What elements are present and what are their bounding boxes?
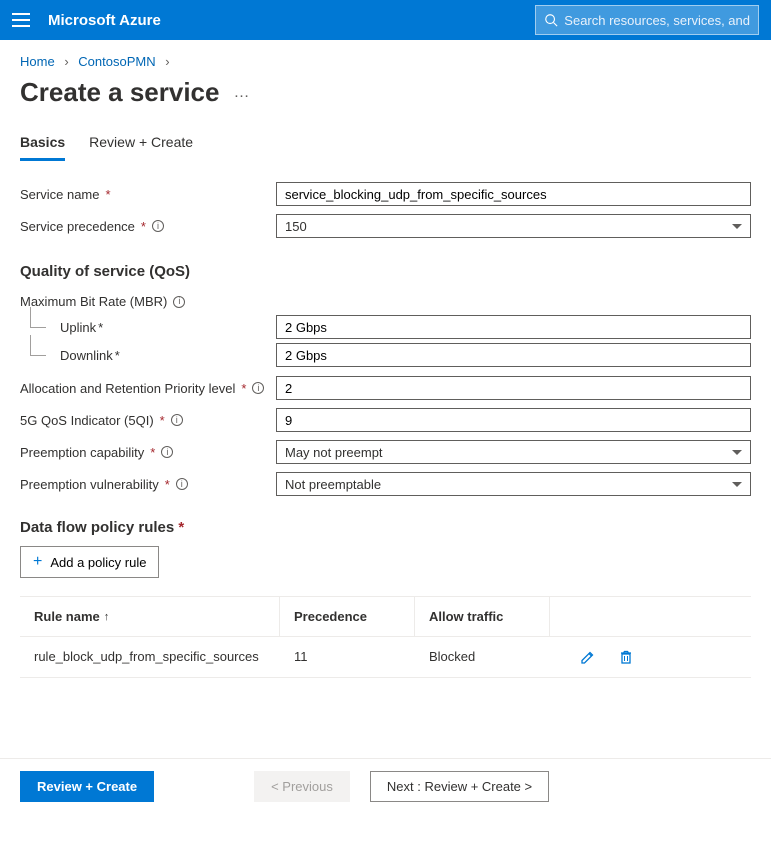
global-search-input[interactable]: Search resources, services, and: [535, 5, 759, 35]
delete-rule-button[interactable]: [618, 649, 634, 665]
wizard-footer: Review + Create < Previous Next : Review…: [0, 758, 771, 814]
chevron-down-icon: [732, 482, 742, 487]
search-placeholder: Search resources, services, and: [564, 13, 750, 28]
fiveqi-label: 5G QoS Indicator (5QI): [20, 413, 154, 428]
form-basics: Service name * Service precedence * i 15…: [0, 161, 771, 511]
service-precedence-label: Service precedence: [20, 219, 135, 234]
edit-rule-button[interactable]: [580, 649, 596, 665]
required-indicator: *: [241, 381, 246, 396]
add-policy-rule-button[interactable]: + Add a policy rule: [20, 546, 159, 578]
next-button[interactable]: Next : Review + Create >: [370, 771, 549, 802]
review-create-button[interactable]: Review + Create: [20, 771, 154, 802]
more-actions-icon[interactable]: …: [233, 84, 250, 102]
tab-strip: Basics Review + Create: [0, 122, 771, 161]
pencil-icon: [580, 649, 596, 665]
brand-label: Microsoft Azure: [48, 12, 161, 29]
info-icon[interactable]: i: [252, 382, 264, 394]
fiveqi-input[interactable]: [276, 408, 751, 432]
trash-icon: [618, 649, 634, 665]
uplink-input[interactable]: [276, 315, 751, 339]
table-header-row: Rule name ↑ Precedence Allow traffic: [20, 597, 751, 637]
info-icon[interactable]: i: [161, 446, 173, 458]
service-name-input[interactable]: [276, 182, 751, 206]
preempt-vuln-label: Preemption vulnerability: [20, 477, 159, 492]
rule-name-cell: rule_block_udp_from_specific_sources: [20, 637, 280, 677]
preempt-cap-value: May not preempt: [285, 445, 383, 460]
rule-precedence-cell: 11: [280, 637, 415, 677]
service-precedence-value: 150: [285, 219, 307, 234]
required-indicator: *: [115, 348, 120, 363]
required-indicator: *: [105, 187, 110, 202]
top-nav-bar: Microsoft Azure Search resources, servic…: [0, 0, 771, 40]
preempt-cap-label: Preemption capability: [20, 445, 144, 460]
hamburger-menu-icon[interactable]: [12, 13, 30, 27]
col-actions-header: [550, 597, 751, 636]
table-row: rule_block_udp_from_specific_sources 11 …: [20, 637, 751, 678]
uplink-label: Uplink: [60, 320, 96, 335]
preempt-vuln-value: Not preemptable: [285, 477, 381, 492]
policy-rules-table: Rule name ↑ Precedence Allow traffic rul…: [20, 596, 751, 678]
page-header: Create a service …: [0, 73, 771, 122]
qos-section-heading: Quality of service (QoS): [20, 263, 751, 280]
arp-input[interactable]: [276, 376, 751, 400]
downlink-input[interactable]: [276, 343, 751, 367]
col-precedence-header[interactable]: Precedence: [280, 597, 415, 636]
tab-basics[interactable]: Basics: [20, 134, 65, 161]
chevron-down-icon: [732, 224, 742, 229]
arp-label: Allocation and Retention Priority level: [20, 381, 235, 396]
required-indicator: *: [165, 477, 170, 492]
service-name-label: Service name: [20, 187, 99, 202]
tab-review-create[interactable]: Review + Create: [89, 134, 193, 161]
required-indicator: *: [150, 445, 155, 460]
data-flow-policy-section: Data flow policy rules * + Add a policy …: [0, 511, 771, 678]
preempt-cap-select[interactable]: May not preempt: [276, 440, 751, 464]
search-icon: [544, 13, 558, 27]
col-allow-traffic-header[interactable]: Allow traffic: [415, 597, 550, 636]
downlink-label: Downlink: [60, 348, 113, 363]
required-indicator: *: [98, 320, 103, 335]
breadcrumb: Home › ContosoPMN ›: [0, 40, 771, 73]
info-icon[interactable]: i: [152, 220, 164, 232]
chevron-right-icon: ›: [58, 54, 74, 69]
required-indicator: *: [178, 519, 184, 536]
required-indicator: *: [141, 219, 146, 234]
info-icon[interactable]: i: [176, 478, 188, 490]
service-precedence-select[interactable]: 150: [276, 214, 751, 238]
add-policy-rule-label: Add a policy rule: [50, 555, 146, 570]
col-rule-name-header[interactable]: Rule name ↑: [20, 597, 280, 636]
previous-button: < Previous: [254, 771, 350, 802]
sort-ascending-icon: ↑: [104, 611, 110, 623]
breadcrumb-home[interactable]: Home: [20, 54, 55, 69]
chevron-down-icon: [732, 450, 742, 455]
required-indicator: *: [160, 413, 165, 428]
mbr-label: Maximum Bit Rate (MBR): [20, 294, 167, 309]
breadcrumb-resource[interactable]: ContosoPMN: [78, 54, 155, 69]
info-icon[interactable]: i: [173, 296, 185, 308]
rule-allow-cell: Blocked: [415, 637, 550, 677]
info-icon[interactable]: i: [171, 414, 183, 426]
preempt-vuln-select[interactable]: Not preemptable: [276, 472, 751, 496]
plus-icon: +: [33, 554, 42, 570]
dfp-section-heading: Data flow policy rules: [20, 519, 174, 536]
page-title: Create a service: [20, 77, 219, 108]
chevron-right-icon: ›: [159, 54, 175, 69]
